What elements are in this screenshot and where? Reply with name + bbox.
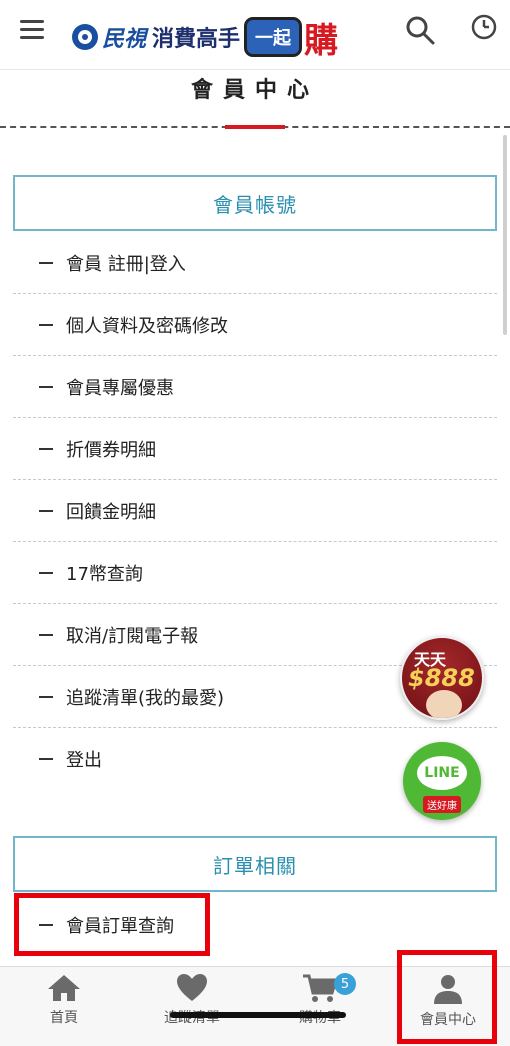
menu-item-order-query[interactable]: 會員訂單查詢 (13, 894, 497, 956)
dash-icon (39, 571, 53, 574)
dash-icon (39, 447, 53, 450)
user-icon (434, 975, 462, 1004)
dash-icon (39, 633, 53, 636)
promo-line2: $888 (408, 664, 475, 692)
dash-icon (39, 509, 53, 512)
nav-favorites[interactable]: 追蹤清單 (128, 967, 256, 1046)
menu-item-label: 登出 (66, 750, 102, 771)
menu-item-label: 會員 註冊|登入 (66, 253, 186, 275)
logo-tv: 一起 (244, 17, 303, 57)
nav-member-center[interactable]: 會員中心 (384, 967, 510, 1046)
bottom-nav: 首頁 追蹤清單 5 購物車 會員中心 (0, 966, 510, 1046)
section-heading-member-account[interactable]: 會員帳號 (13, 175, 497, 231)
mascot-icon (426, 690, 462, 718)
menu-item-label: 17幣查詢 (66, 563, 143, 585)
logo-buy: 購 (304, 20, 339, 61)
logo-sub: 消費高手 (152, 27, 241, 52)
home-indicator (170, 1012, 346, 1018)
section-heading-orders[interactable]: 訂單相關 (13, 836, 497, 892)
history-icon[interactable] (470, 13, 498, 41)
dash-icon (39, 924, 53, 926)
title-accent-bar (225, 125, 285, 129)
app-header: 民視 消費高手 一起 購 (0, 0, 510, 70)
search-icon[interactable] (404, 14, 436, 46)
menu-item-coupons[interactable]: 折價券明細 (13, 418, 497, 480)
menu-icon[interactable] (20, 20, 44, 39)
menu-item-register-login[interactable]: 會員 註冊|登入 (13, 232, 497, 294)
heart-icon (177, 974, 207, 1001)
menu-item-label: 個人資料及密碼修改 (66, 315, 228, 337)
menu-item-rebates[interactable]: 回饋金明細 (13, 480, 497, 542)
cart-count-badge: 5 (334, 973, 356, 995)
dash-icon (39, 323, 53, 326)
menu-item-label: 會員訂單查詢 (66, 916, 174, 937)
site-logo[interactable]: 民視 消費高手 一起 購 (72, 14, 339, 61)
line-tag: 送好康 (423, 796, 461, 813)
home-icon (48, 975, 80, 1001)
menu-item-label: 取消/訂閱電子報 (66, 625, 199, 647)
dash-icon (39, 758, 53, 760)
menu-item-17-coins[interactable]: 17幣查詢 (13, 542, 497, 604)
nav-home[interactable]: 首頁 (0, 967, 128, 1046)
menu-item-label: 回饋金明細 (66, 501, 156, 523)
page-title: 會員中心 (190, 78, 319, 103)
nav-label: 首頁 (50, 1010, 78, 1026)
scrollbar[interactable] (503, 135, 507, 335)
menu-item-profile-password[interactable]: 個人資料及密碼修改 (13, 294, 497, 356)
dash-icon (39, 695, 53, 698)
ftv-eye-icon (72, 24, 98, 50)
menu-item-member-offers[interactable]: 會員專屬優惠 (13, 356, 497, 418)
line-button[interactable]: LINE 送好康 (403, 742, 481, 820)
nav-cart[interactable]: 5 購物車 (256, 967, 384, 1046)
dash-icon (39, 385, 53, 388)
menu-item-label: 會員專屬優惠 (66, 377, 174, 399)
dash-icon (39, 261, 53, 264)
cart-icon (303, 974, 338, 1002)
menu-item-label: 追蹤清單(我的最愛) (66, 687, 225, 709)
line-label: LINE (417, 756, 467, 790)
logo-brand: 民視 (102, 27, 147, 52)
nav-label: 會員中心 (420, 1012, 476, 1028)
promo-888-button[interactable]: 天天 $888 (400, 636, 484, 720)
menu-item-label: 折價券明細 (66, 439, 156, 461)
